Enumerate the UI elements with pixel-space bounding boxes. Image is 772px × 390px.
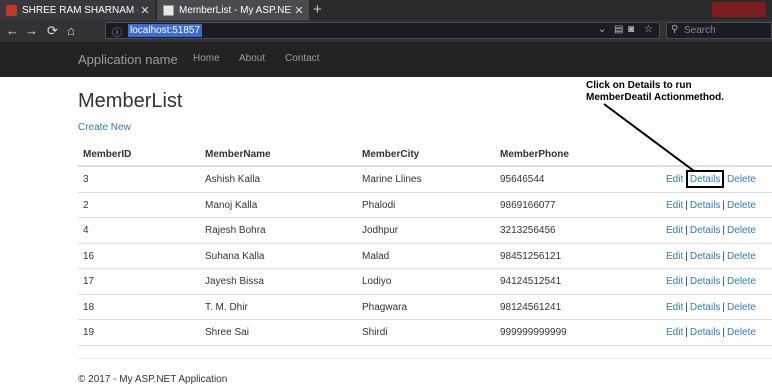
details-highlight-box	[686, 170, 724, 188]
footer-text: © 2017 - My ASP.NET Application	[78, 374, 228, 385]
annotation-arrow	[603, 103, 695, 172]
footer-divider	[78, 358, 772, 359]
